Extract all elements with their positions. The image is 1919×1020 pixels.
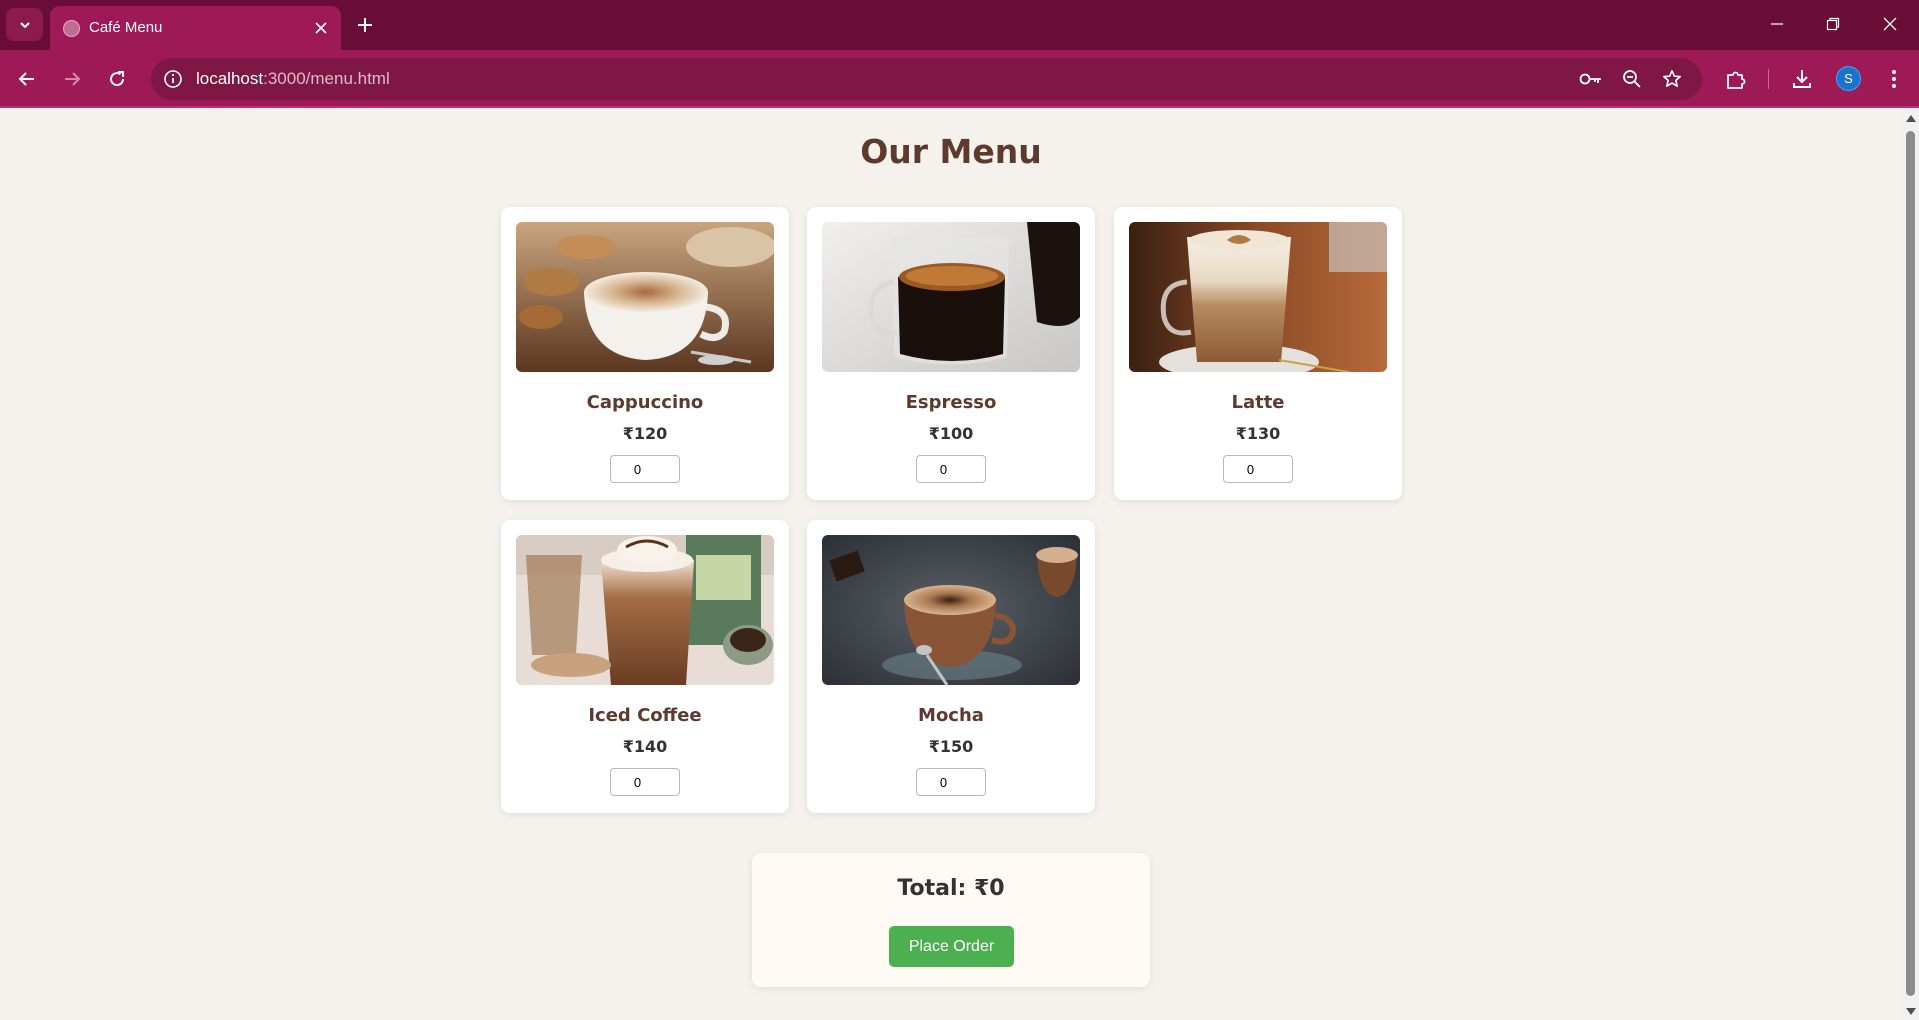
quantity-input-mocha[interactable] [916, 768, 986, 796]
menu-card-espresso: Espresso ₹100 [807, 207, 1095, 500]
reload-button[interactable] [101, 63, 133, 95]
new-tab-button[interactable] [353, 10, 377, 40]
extensions-icon [1727, 71, 1746, 89]
menu-card-iced-coffee: Iced Coffee ₹140 [501, 520, 789, 813]
quantity-input-cappuccino[interactable] [610, 455, 680, 483]
place-order-button[interactable]: Place Order [889, 926, 1014, 967]
browser-toolbar: localhost:3000/menu.html S [0, 50, 1919, 108]
download-icon [1793, 70, 1811, 88]
tab-list-button[interactable] [6, 8, 43, 41]
quantity-input-espresso[interactable] [916, 455, 986, 483]
minimize-button[interactable] [1757, 9, 1797, 39]
menu-item-price: ₹100 [928, 424, 974, 443]
globe-icon [63, 20, 80, 37]
menu-card-latte: Latte ₹130 [1114, 207, 1402, 500]
menu-item-name: Espresso [905, 392, 997, 413]
url-host: localhost [196, 69, 264, 88]
menu-item-price: ₹130 [1235, 424, 1281, 443]
toolbar-divider [1768, 69, 1769, 89]
more-menu-button[interactable] [1880, 65, 1908, 93]
url-text: localhost:3000/menu.html [196, 69, 390, 89]
menu-item-price: ₹150 [928, 737, 974, 756]
latte-photo [1129, 222, 1387, 372]
window-close-button[interactable] [1870, 9, 1910, 39]
scroll-down-icon[interactable] [1906, 1008, 1916, 1015]
zoom-icon [1623, 70, 1641, 88]
menu-item-price: ₹120 [622, 424, 668, 443]
extensions-button[interactable] [1722, 65, 1750, 93]
forward-button[interactable] [56, 63, 88, 95]
back-icon [18, 72, 34, 86]
plus-icon [358, 18, 372, 32]
menu-card-cappuccino: Cappuccino ₹120 [501, 207, 789, 500]
tab-list-icon [19, 21, 30, 28]
star-icon [1663, 70, 1681, 87]
forward-icon [65, 72, 81, 86]
more-icon [1892, 70, 1896, 88]
site-info-button[interactable] [161, 67, 185, 91]
menu-item-name: Cappuccino [586, 392, 704, 413]
zoom-button[interactable] [1620, 67, 1644, 91]
quantity-input-latte[interactable] [1223, 455, 1293, 483]
espresso-photo [822, 222, 1080, 372]
page-title: Our Menu [860, 132, 1042, 171]
page-scrollbar[interactable] [1902, 110, 1919, 1020]
profile-avatar[interactable]: S [1836, 66, 1861, 91]
scroll-up-icon[interactable] [1906, 115, 1916, 122]
order-summary: Total: ₹0 Place Order [752, 853, 1150, 987]
window-close-icon [1883, 17, 1897, 31]
tab-strip: Café Menu [0, 0, 1919, 50]
menu-item-name: Latte [1231, 392, 1285, 413]
url-path: :3000/menu.html [263, 69, 390, 88]
cappuccino-photo [516, 222, 774, 372]
menu-item-name: Mocha [918, 705, 984, 726]
address-bar[interactable]: localhost:3000/menu.html [151, 58, 1702, 100]
menu-item-price: ₹140 [622, 737, 668, 756]
active-tab[interactable]: Café Menu [50, 6, 341, 50]
menu-item-name: Iced Coffee [588, 705, 702, 726]
password-key-button[interactable] [1579, 67, 1603, 91]
reload-icon [110, 71, 125, 87]
minimize-icon [1771, 23, 1783, 25]
scrollbar-thumb[interactable] [1906, 131, 1915, 996]
menu-card-mocha: Mocha ₹150 [807, 520, 1095, 813]
order-total: Total: ₹0 [897, 876, 1005, 901]
mocha-photo [822, 535, 1080, 685]
tab-close-button[interactable] [311, 18, 331, 38]
back-button[interactable] [11, 63, 43, 95]
page-viewport: Our Menu Cappuccino ₹120 0 Espresso ₹100… [0, 110, 1902, 1020]
iced-coffee-photo [516, 535, 774, 685]
key-icon [1579, 73, 1601, 85]
downloads-button[interactable] [1788, 65, 1816, 93]
site-info-icon [164, 70, 182, 88]
restore-icon [1826, 17, 1840, 31]
quantity-input-iced-coffee[interactable] [610, 768, 680, 796]
close-icon [315, 22, 327, 34]
tab-title: Café Menu [89, 19, 163, 36]
restore-button[interactable] [1813, 9, 1853, 39]
bookmark-button[interactable] [1660, 67, 1684, 91]
